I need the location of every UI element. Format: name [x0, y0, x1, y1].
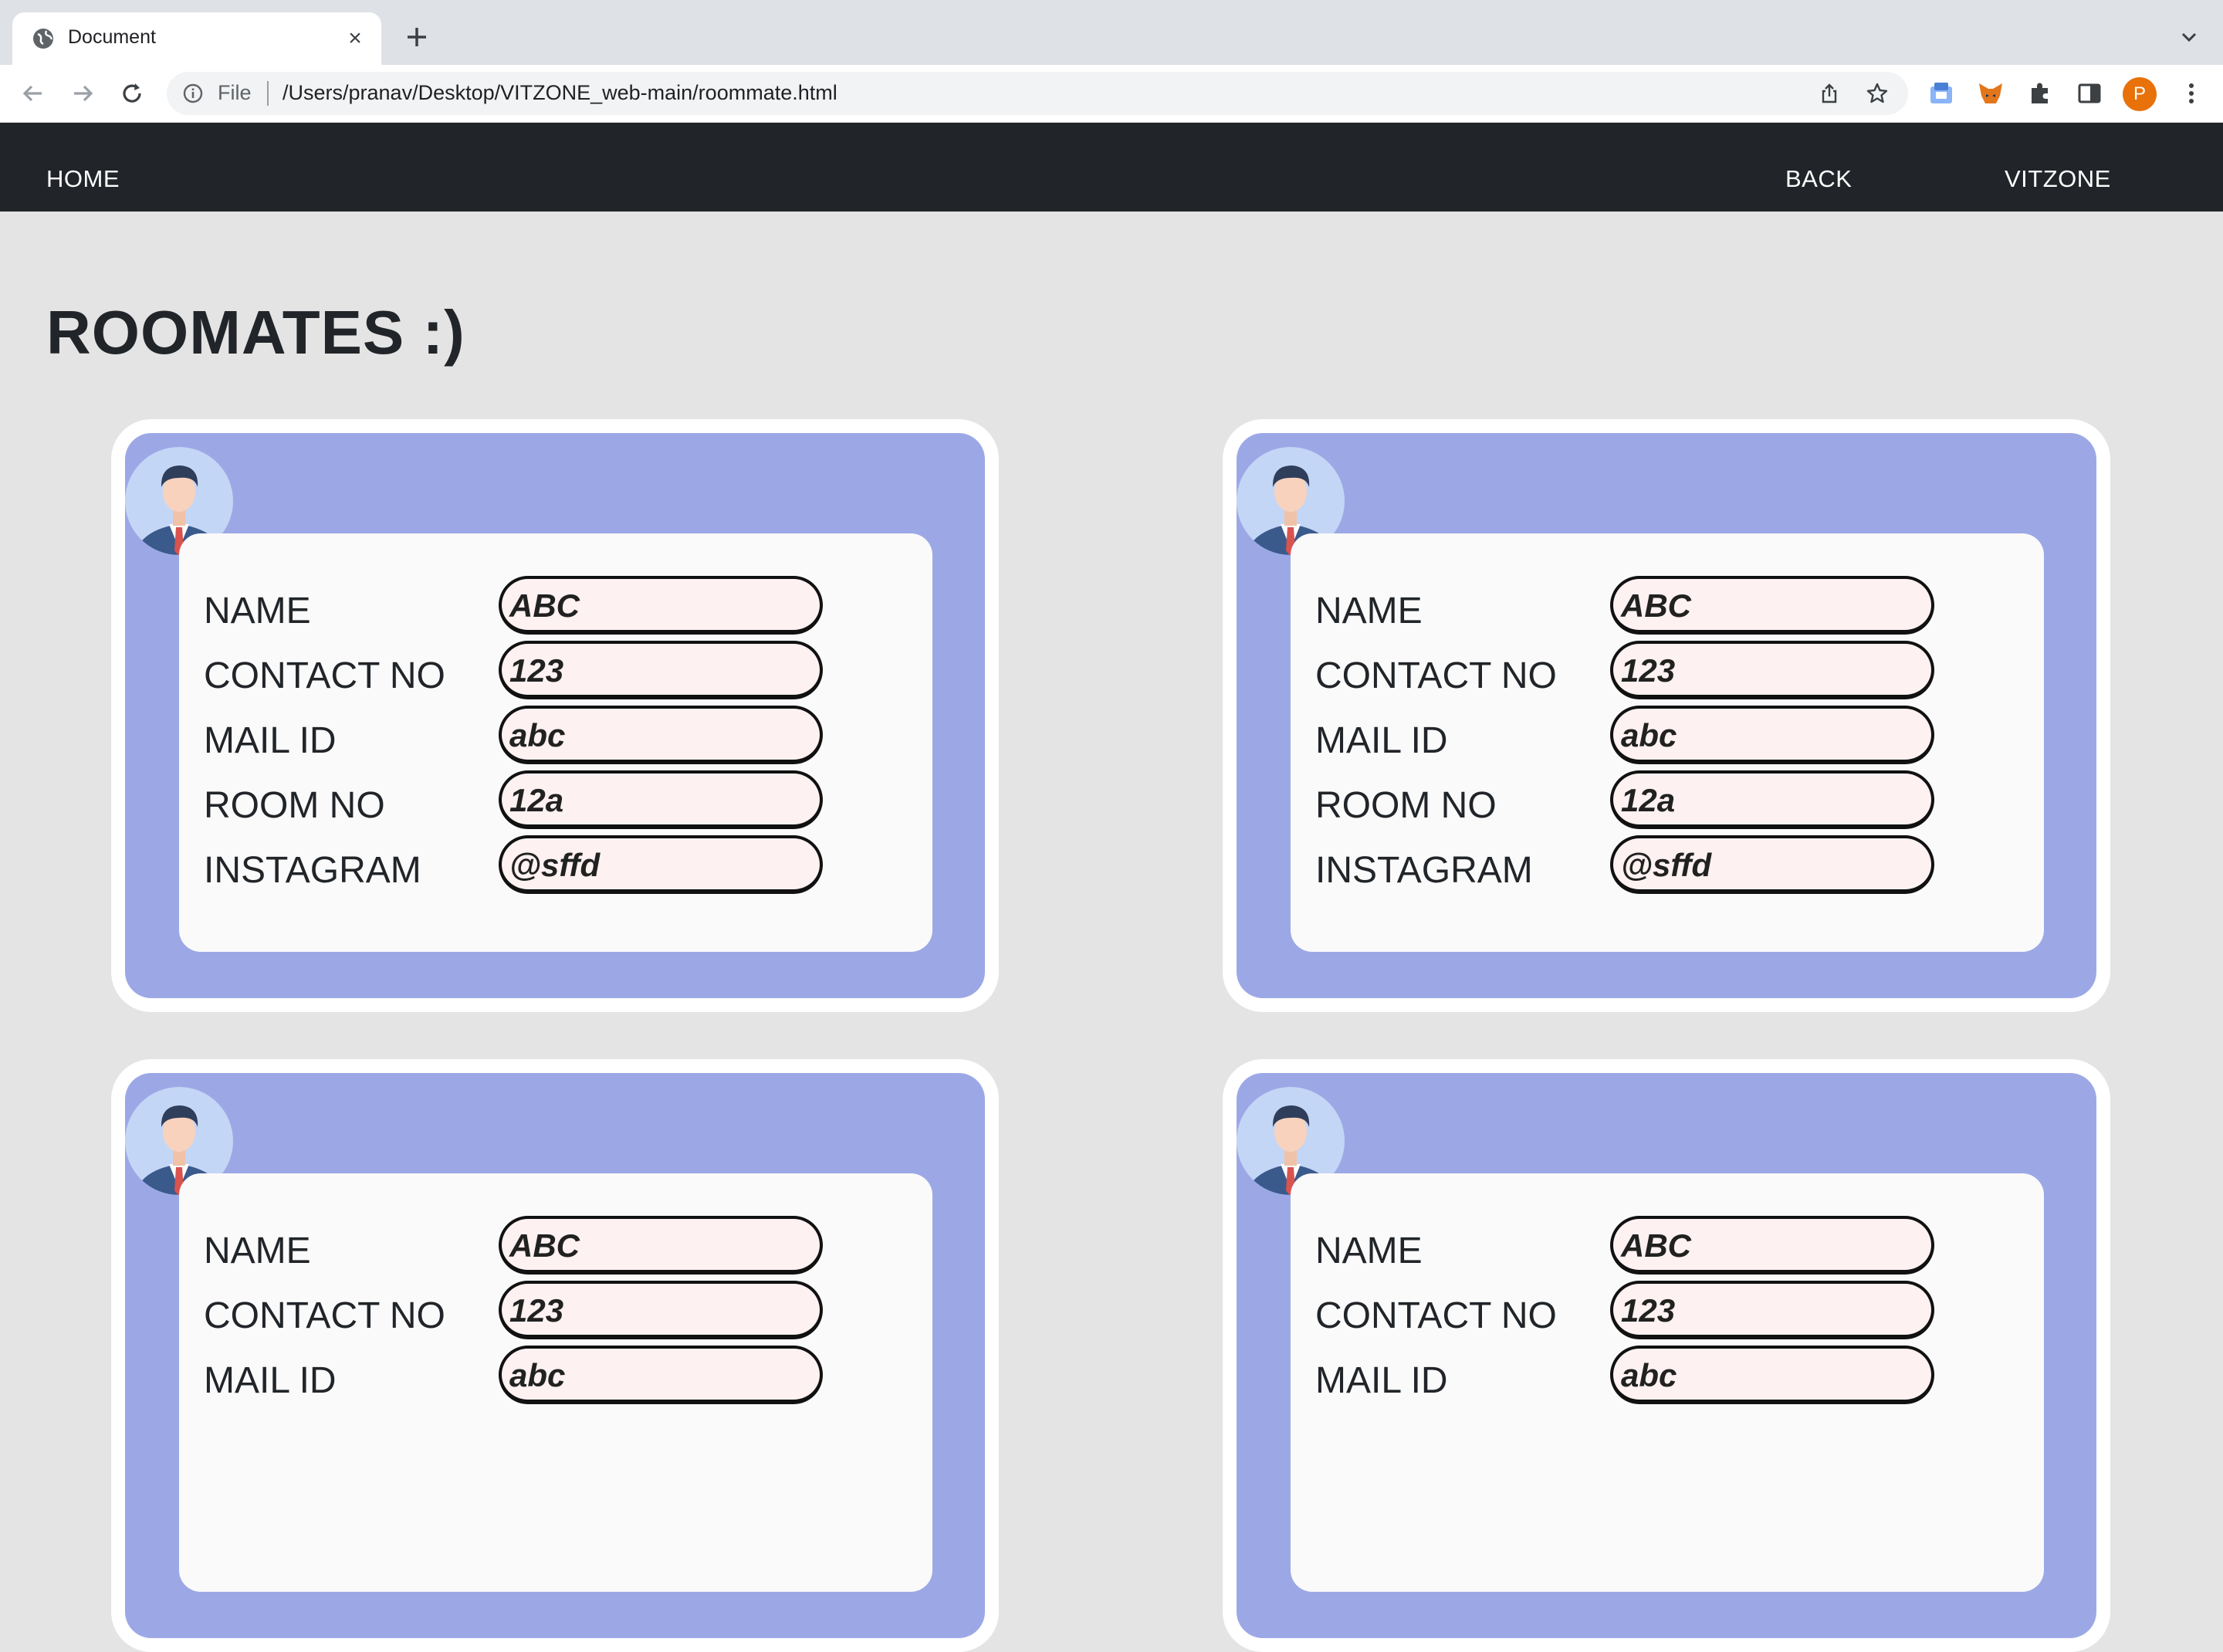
mail-label: MAIL ID — [204, 720, 337, 761]
address-bar[interactable]: File /Users/pranav/Desktop/VITZONE_web-m… — [167, 72, 1908, 115]
fox-extension-icon[interactable] — [1976, 79, 2005, 108]
roommate-card: NAME ABC CONTACT NO 123 MAIL ID abc — [1223, 1059, 2110, 1652]
share-icon[interactable] — [1817, 81, 1842, 106]
chevron-down-icon[interactable] — [2177, 25, 2201, 49]
browser-tab[interactable]: Document × — [12, 12, 381, 65]
room-field[interactable]: 12a — [499, 770, 823, 829]
nav-back-link[interactable]: BACK — [1785, 165, 1852, 193]
contact-field[interactable]: 123 — [499, 1281, 823, 1339]
name-label: NAME — [1315, 591, 1423, 631]
name-field[interactable]: ABC — [499, 576, 823, 635]
browser-toolbar: File /Users/pranav/Desktop/VITZONE_web-m… — [0, 65, 2223, 123]
instagram-row: INSTAGRAM @sffd — [1291, 835, 2044, 897]
room-row: ROOM NO 12a — [179, 770, 932, 832]
mail-label: MAIL ID — [1315, 720, 1448, 761]
roommate-info-panel: NAME ABC CONTACT NO 123 MAIL ID abc — [179, 1173, 932, 1592]
contact-label: CONTACT NO — [204, 1295, 445, 1336]
room-row: ROOM NO 12a — [1291, 770, 2044, 832]
nav-home-link[interactable]: HOME — [46, 165, 120, 193]
mail-field[interactable]: abc — [499, 1346, 823, 1404]
name-row: NAME ABC — [179, 1216, 932, 1278]
roommate-card: NAME ABC CONTACT NO 123 MAIL ID abc — [111, 1059, 999, 1652]
bookmark-star-icon[interactable] — [1865, 81, 1890, 106]
back-arrow-icon[interactable] — [19, 79, 48, 108]
mail-label: MAIL ID — [204, 1360, 337, 1401]
name-row: NAME ABC — [1291, 1216, 2044, 1278]
mail-field[interactable]: abc — [1610, 706, 1934, 764]
room-label: ROOM NO — [204, 785, 385, 826]
instagram-field[interactable]: @sffd — [499, 835, 823, 894]
name-field[interactable]: ABC — [1610, 576, 1934, 635]
contact-row: CONTACT NO 123 — [1291, 641, 2044, 702]
contact-row: CONTACT NO 123 — [1291, 1281, 2044, 1342]
nav-brand-link[interactable]: VITZONE — [2005, 165, 2111, 193]
roommate-info-panel: NAME ABC CONTACT NO 123 MAIL ID abc ROOM… — [179, 533, 932, 952]
url-scheme-label: File — [218, 81, 252, 104]
mail-label: MAIL ID — [1315, 1360, 1448, 1401]
contact-row: CONTACT NO 123 — [179, 1281, 932, 1342]
name-label: NAME — [204, 591, 311, 631]
reload-icon[interactable] — [117, 79, 147, 108]
contact-label: CONTACT NO — [1315, 655, 1557, 696]
mail-row: MAIL ID abc — [179, 706, 932, 767]
url-text[interactable]: /Users/pranav/Desktop/VITZONE_web-main/r… — [283, 81, 837, 105]
roommate-info-panel: NAME ABC CONTACT NO 123 MAIL ID abc — [1291, 1173, 2044, 1592]
close-tab-icon[interactable]: × — [343, 26, 367, 51]
card-body: NAME ABC CONTACT NO 123 MAIL ID abc ROOM… — [1237, 433, 2096, 998]
more-menu-icon[interactable] — [2177, 79, 2206, 108]
mail-row: MAIL ID abc — [1291, 1346, 2044, 1407]
card-body: NAME ABC CONTACT NO 123 MAIL ID abc — [125, 1073, 985, 1638]
card-body: NAME ABC CONTACT NO 123 MAIL ID abc ROOM… — [125, 433, 985, 998]
name-label: NAME — [204, 1231, 311, 1271]
tab-title: Document — [68, 26, 156, 48]
url-separator — [267, 81, 269, 106]
instagram-row: INSTAGRAM @sffd — [179, 835, 932, 897]
puzzle-extensions-icon[interactable] — [2025, 79, 2055, 108]
profile-avatar[interactable]: P — [2123, 77, 2157, 111]
name-row: NAME ABC — [179, 576, 932, 638]
mail-row: MAIL ID abc — [1291, 706, 2044, 767]
page-title: ROOMATES :) — [46, 298, 465, 367]
info-icon[interactable] — [182, 83, 204, 104]
site-navbar: HOME BACK VITZONE — [0, 123, 2223, 212]
roommate-card: NAME ABC CONTACT NO 123 MAIL ID abc ROOM… — [1223, 419, 2110, 1012]
name-field[interactable]: ABC — [499, 1216, 823, 1275]
instagram-label: INSTAGRAM — [1315, 850, 1533, 891]
contact-field[interactable]: 123 — [1610, 641, 1934, 699]
new-tab-icon[interactable] — [401, 22, 432, 52]
mail-field[interactable]: abc — [499, 706, 823, 764]
room-label: ROOM NO — [1315, 785, 1497, 826]
contact-field[interactable]: 123 — [499, 641, 823, 699]
instagram-field[interactable]: @sffd — [1610, 835, 1934, 894]
room-field[interactable]: 12a — [1610, 770, 1934, 829]
forward-arrow-icon[interactable] — [68, 79, 97, 108]
name-row: NAME ABC — [1291, 576, 2044, 638]
roommate-info-panel: NAME ABC CONTACT NO 123 MAIL ID abc ROOM… — [1291, 533, 2044, 952]
extension-icon[interactable] — [1927, 79, 1956, 108]
name-field[interactable]: ABC — [1610, 1216, 1934, 1275]
contact-row: CONTACT NO 123 — [179, 641, 932, 702]
globe-icon — [33, 29, 53, 49]
side-panel-icon[interactable] — [2075, 79, 2104, 108]
contact-label: CONTACT NO — [1315, 1295, 1557, 1336]
roommate-card: NAME ABC CONTACT NO 123 MAIL ID abc ROOM… — [111, 419, 999, 1012]
browser-tabstrip: Document × — [0, 0, 2223, 65]
mail-row: MAIL ID abc — [179, 1346, 932, 1407]
contact-label: CONTACT NO — [204, 655, 445, 696]
card-body: NAME ABC CONTACT NO 123 MAIL ID abc — [1237, 1073, 2096, 1638]
instagram-label: INSTAGRAM — [204, 850, 421, 891]
name-label: NAME — [1315, 1231, 1423, 1271]
mail-field[interactable]: abc — [1610, 1346, 1934, 1404]
contact-field[interactable]: 123 — [1610, 1281, 1934, 1339]
